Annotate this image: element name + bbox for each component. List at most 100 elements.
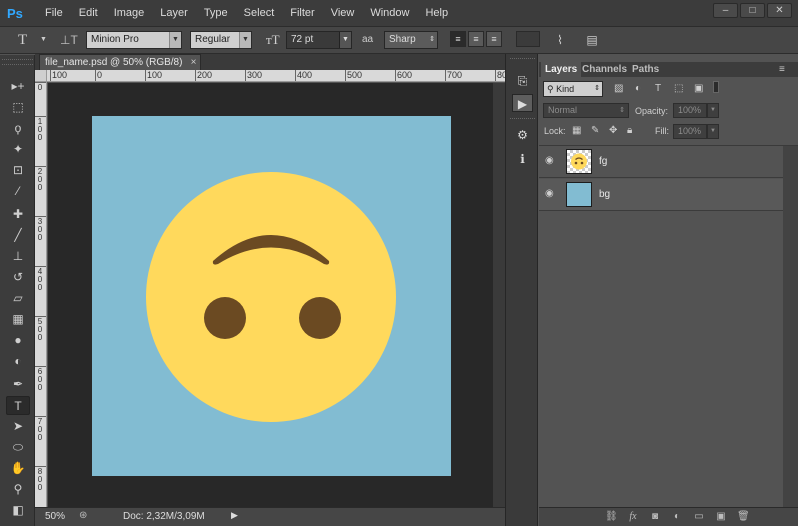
text-orientation-icon[interactable]: ⊥T [60,31,78,49]
font-family-select[interactable]: Minion Pro ▼ [86,31,182,49]
menu-type[interactable]: Type [196,0,236,26]
align-center-icon[interactable]: ≡ [468,31,484,47]
filter-pixel-icon[interactable]: ▨ [614,83,623,95]
layer-name[interactable]: fg [599,156,607,168]
dodge-tool-icon[interactable]: ◐ [6,352,30,371]
menu-filter[interactable]: Filter [282,0,322,26]
panel-grip[interactable] [510,118,535,122]
vertical-ruler[interactable]: 0 1 0 0 2 0 0 3 0 0 4 0 0 5 0 0 6 0 0 7 … [35,82,47,507]
lock-image-icon[interactable]: ✎ [591,125,599,137]
menu-select[interactable]: Select [236,0,283,26]
hand-tool-icon[interactable]: ✋ [6,459,30,478]
filter-adjustment-icon[interactable]: ◐ [635,83,641,95]
history-panel-icon[interactable]: ⎘ [512,72,533,90]
layer-row-bg[interactable]: ◉ bg [539,179,783,211]
font-style-select[interactable]: Regular ▼ [190,31,252,49]
pen-tool-icon[interactable]: ✒ [6,375,30,394]
lock-position-icon[interactable]: ✥ [609,125,617,137]
ellipse-tool-icon[interactable]: ⬭ [6,438,30,457]
type-tool-icon[interactable]: T [6,396,30,415]
text-color-swatch[interactable] [516,31,540,47]
horizontal-ruler[interactable]: 100 0 100 200 300 400 500 600 700 800 [47,70,505,82]
move-tool-icon[interactable]: ▸+ [6,77,30,96]
chevron-down-icon[interactable]: ▼ [707,103,719,118]
adjustments-panel-icon[interactable]: ⚙ [512,126,533,144]
menu-file[interactable]: File [37,0,71,26]
trash-icon[interactable]: 🗑︎ [737,511,750,523]
menu-help[interactable]: Help [417,0,456,26]
filter-toggle[interactable] [713,81,719,93]
type-tool-preset-icon[interactable]: T [18,31,38,49]
blur-tool-icon[interactable]: ● [6,331,30,350]
status-menu-arrow-icon[interactable]: ▶ [231,510,238,521]
layer-style-icon[interactable]: fx [627,511,639,523]
zoom-level[interactable]: 50% [45,511,65,522]
close-icon[interactable]: × [191,55,197,71]
link-layers-icon[interactable]: ⛓ [605,511,618,523]
blend-mode-select[interactable]: Normal ⇕ [543,103,629,118]
history-brush-tool-icon[interactable]: ↺ [6,268,30,287]
tab-layers[interactable]: Layers [541,62,582,77]
share-icon[interactable]: ⊛ [79,510,87,521]
layers-scrollbar[interactable] [783,146,798,507]
eye-icon[interactable]: ◉ [545,189,555,199]
crop-tool-icon[interactable]: ⊡ [6,161,30,180]
zoom-tool-icon[interactable]: ⚲ [6,480,30,499]
chevron-down-icon[interactable]: ▼ [40,31,48,49]
align-left-icon[interactable]: ≡ [450,31,466,47]
menu-edit[interactable]: Edit [71,0,106,26]
panel-grip[interactable] [2,59,33,65]
document-tab[interactable]: file_name.psd @ 50% (RGB/8) × [39,54,202,71]
fill-input[interactable]: 100% [673,124,707,139]
path-selection-tool-icon[interactable]: ➤ [6,417,30,436]
opacity-input[interactable]: 100% [673,103,707,118]
emoji-eye-right [299,297,341,339]
align-right-icon[interactable]: ≡ [486,31,502,47]
close-button[interactable]: ✕ [767,3,792,18]
layer-name[interactable]: bg [599,189,610,201]
minimize-button[interactable]: – [713,3,738,18]
new-layer-icon[interactable]: ▣ [715,511,727,523]
add-mask-icon[interactable]: ◙ [649,511,661,523]
filter-smart-object-icon[interactable]: ▣ [694,83,703,95]
maximize-button[interactable]: □ [740,3,765,18]
menu-window[interactable]: Window [362,0,417,26]
panel-grip[interactable] [510,58,535,62]
new-group-icon[interactable]: ▭ [693,511,705,523]
filter-type-icon[interactable]: T [655,83,661,95]
eye-icon[interactable]: ◉ [545,156,555,166]
lock-transparent-icon[interactable]: ▦ [572,125,581,137]
quick-select-tool-icon[interactable]: ✦ [6,140,30,159]
chevron-down-icon[interactable]: ▼ [707,124,719,139]
healing-brush-tool-icon[interactable]: ✚ [6,205,30,224]
panel-menu-icon[interactable]: ≡ [779,62,785,77]
filter-shape-icon[interactable]: ⬚ [674,83,683,95]
color-swatches-icon[interactable]: ◧ [6,501,30,520]
character-panel-icon[interactable]: ▤ [584,31,600,49]
info-panel-icon[interactable]: ℹ [512,150,533,168]
brush-tool-icon[interactable]: ╱ [6,226,30,245]
actions-panel-icon[interactable]: ▶ [512,94,533,112]
layer-row-fg[interactable]: ◉ fg [539,146,783,178]
adjustment-layer-icon[interactable]: ◐ [671,511,683,523]
menu-layer[interactable]: Layer [152,0,196,26]
ruler-tick [95,70,96,81]
font-size-select[interactable]: 72 pt ▼ [286,31,352,49]
lasso-tool-icon[interactable]: ϙ [6,119,30,138]
layer-filter-kind-select[interactable]: ⚲ Kind ⇕ [543,81,603,97]
document-canvas[interactable] [92,116,451,476]
ruler-origin[interactable] [35,70,47,82]
eyedropper-tool-icon[interactable]: ⁄ [6,182,30,201]
menu-view[interactable]: View [323,0,363,26]
anti-alias-select[interactable]: Sharp ⇕ [384,31,438,49]
gradient-tool-icon[interactable]: ▦ [6,310,30,329]
lock-all-icon[interactable]: 🔒︎ [627,125,632,137]
tab-channels[interactable]: Channels [582,62,627,77]
warp-text-icon[interactable]: ⌇ [552,31,568,49]
eraser-tool-icon[interactable]: ▱ [6,289,30,308]
menu-image[interactable]: Image [106,0,153,26]
clone-stamp-tool-icon[interactable]: ⊥ [6,247,30,266]
canvas-scrollbar[interactable] [493,83,505,507]
tab-paths[interactable]: Paths [632,62,659,77]
marquee-tool-icon[interactable]: ⬚ [6,98,30,117]
